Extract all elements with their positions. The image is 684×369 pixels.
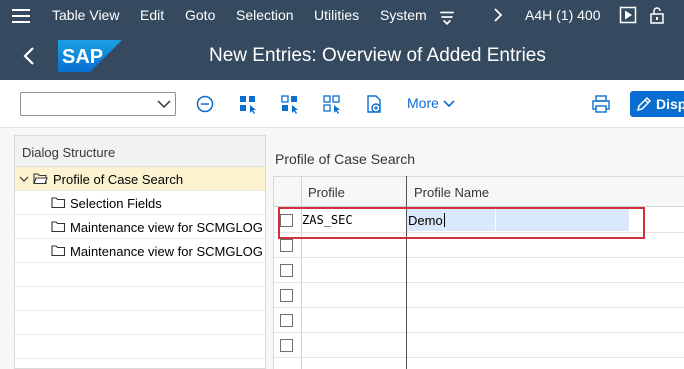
row-select-checkbox[interactable]	[280, 239, 293, 252]
title-bar: SAP New Entries: Overview of Added Entri…	[0, 32, 684, 80]
table-row[interactable]	[274, 333, 684, 358]
remove-icon[interactable]	[194, 93, 216, 115]
folder-icon	[51, 221, 66, 233]
table-row[interactable]	[274, 283, 684, 308]
page-title: New Entries: Overview of Added Entries	[209, 45, 546, 66]
tree-empty-row	[15, 311, 265, 335]
row-select-checkbox[interactable]	[280, 339, 293, 352]
menu-system[interactable]: System	[380, 7, 427, 23]
sap-logo: SAP	[58, 40, 122, 72]
chevron-down-icon[interactable]	[157, 97, 171, 111]
menu-table-view[interactable]: Table View	[52, 7, 119, 23]
display-button[interactable]: Disp	[630, 91, 684, 117]
dialog-structure-header: Dialog Structure	[15, 136, 265, 167]
more-label: More	[407, 95, 439, 111]
table-header: Profile Profile Name	[274, 177, 684, 207]
tree-empty-row	[15, 263, 265, 287]
entries-table: Profile Profile Name ZAS_SEC Demo	[273, 176, 684, 369]
table-row[interactable]	[274, 308, 684, 333]
tree-item-profile-of-case-search[interactable]: Profile of Case Search	[15, 167, 265, 191]
select-block-icon[interactable]	[279, 93, 301, 115]
display-label: Disp	[656, 96, 684, 112]
play-icon[interactable]	[619, 6, 637, 24]
menu-edit[interactable]: Edit	[140, 7, 164, 23]
svg-text:SAP: SAP	[62, 46, 103, 68]
table-row[interactable]	[274, 258, 684, 283]
open-folder-icon	[33, 173, 48, 185]
table-title: Profile of Case Search	[275, 151, 416, 167]
menu-utilities[interactable]: Utilities	[314, 7, 359, 23]
dialog-structure-panel: Dialog Structure Profile of Case Search …	[14, 135, 266, 369]
tree-empty-row	[15, 287, 265, 311]
command-field[interactable]	[20, 92, 176, 116]
tree-item-label: Profile of Case Search	[53, 172, 184, 187]
tree-item-label: Maintenance view for SCMGLOG	[70, 244, 263, 259]
chevron-down-icon[interactable]	[19, 174, 29, 184]
select-all-icon[interactable]	[237, 93, 259, 115]
tree-item-maintenance-view-1[interactable]: Maintenance view for SCMGLOG	[15, 215, 265, 239]
customize-toolbar-icon[interactable]	[438, 8, 456, 26]
display-icon	[636, 96, 652, 112]
back-icon[interactable]	[22, 46, 36, 66]
more-button[interactable]: More	[407, 95, 455, 111]
menu-goto[interactable]: Goto	[185, 7, 215, 23]
system-info: A4H (1) 400	[525, 7, 601, 23]
tree-item-selection-fields[interactable]: Selection Fields	[15, 191, 265, 215]
column-resize-line[interactable]	[406, 176, 407, 369]
chevron-right-icon[interactable]	[493, 8, 503, 22]
menu-selection[interactable]: Selection	[236, 7, 294, 23]
row-select-checkbox[interactable]	[280, 289, 293, 302]
chevron-down-icon	[443, 100, 455, 108]
tree-empty-row	[15, 335, 265, 359]
row-select-checkbox[interactable]	[280, 314, 293, 327]
tree-item-label: Selection Fields	[70, 196, 162, 211]
highlight-box	[278, 207, 645, 239]
tree-item-maintenance-view-2[interactable]: Maintenance view for SCMGLOG	[15, 239, 265, 263]
row-select-checkbox[interactable]	[280, 264, 293, 277]
tree-item-label: Maintenance view for SCMGLOG	[70, 220, 263, 235]
folder-icon	[51, 197, 66, 209]
column-header-profile[interactable]: Profile	[308, 185, 345, 200]
application-toolbar: More Disp	[0, 80, 684, 128]
deselect-all-icon[interactable]	[321, 93, 343, 115]
column-header-profile-name[interactable]: Profile Name	[414, 185, 489, 200]
copy-as-icon[interactable]	[363, 93, 385, 115]
lock-icon[interactable]	[648, 6, 666, 24]
menu-icon[interactable]	[12, 9, 30, 23]
print-icon[interactable]	[590, 93, 612, 115]
folder-icon	[51, 245, 66, 257]
menu-bar: Table View Edit Goto Selection Utilities…	[0, 0, 684, 32]
